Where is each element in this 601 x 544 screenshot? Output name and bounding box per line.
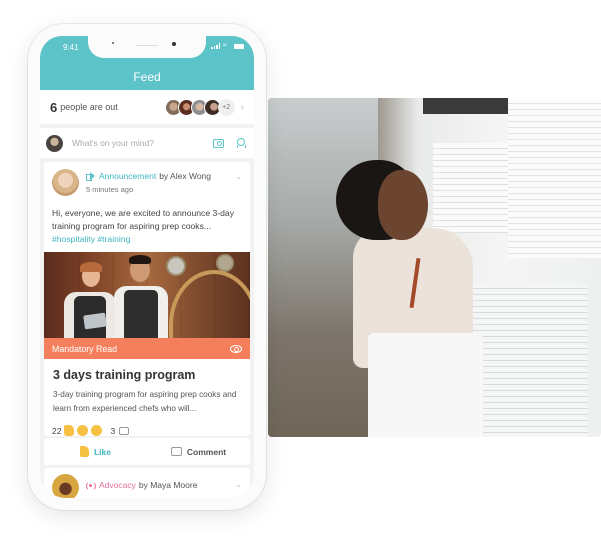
author-avatar[interactable] [52,474,79,498]
comment-icon [170,447,182,456]
post-image-hotel-staff[interactable] [44,252,250,338]
thumbs-up-icon [64,425,75,436]
post-author: by Alex Wong [159,171,212,181]
eye-icon[interactable] [230,344,242,353]
post-tags[interactable]: #hospitality #training [52,234,130,244]
image-clock [216,254,234,272]
photo-towels [468,283,588,437]
post-header: Announcement by Alex Wong 5 minutes ago [52,169,211,196]
battery-icon [234,43,244,49]
wifi-icon: ≈ [223,42,227,49]
phone-notch [88,36,206,58]
post-actions: Like Comment [44,438,250,465]
more-people-badge: +2 [217,98,235,116]
mandatory-read-banner: Mandatory Read [44,338,250,359]
compose-input[interactable] [72,138,192,148]
comment-icon [119,426,130,435]
post-description: 3-day training program for aspiring prep… [53,390,237,413]
chevron-right-icon[interactable]: › [241,102,244,113]
people-out-count: 6 [50,99,58,115]
hero-photo-housekeeper [268,98,601,437]
speaker-grille [136,45,158,46]
post-type-label[interactable]: Announcement [99,171,156,181]
image-clock [166,256,186,276]
page-title: Feed [133,70,161,84]
phone-screen: 9:41 ≈ Feed 6 people are out +2 › What's… [40,36,254,498]
megaphone-icon [86,173,96,181]
photo-towels [508,98,601,258]
post-title[interactable]: 3 days training program [53,368,195,382]
cry-laugh-emoji-icon [91,425,103,436]
thumbs-up-icon [79,446,89,457]
post-type-label[interactable]: Advocacy [99,480,136,490]
post-body: Hi, everyone, we are excited to announce… [52,207,244,246]
post-card: Announcement by Alex Wong 5 minutes ago … [44,162,250,436]
photo-person-apron [368,333,483,437]
award-icon[interactable] [236,137,246,149]
image-staff-hair [80,262,102,272]
post-author: by Maya Moore [138,480,198,490]
post-card-next: Advocacy by Maya Moore ⌄ [44,468,250,498]
chevron-down-icon[interactable]: ⌄ [235,172,242,181]
status-time: 9:41 [63,43,79,52]
people-out-row[interactable]: 6 people are out +2 › [40,90,254,124]
sensor-dot [112,42,114,44]
reactions-summary[interactable]: 22 3 [52,425,130,436]
author-avatar[interactable] [52,169,79,196]
my-avatar [46,134,63,152]
post-byline: Advocacy by Maya Moore [86,480,198,491]
comment-count: 3 [110,425,116,436]
image-staff-hair [129,255,151,264]
photo-person-face [378,170,428,240]
laugh-emoji-icon [77,425,89,436]
app-header: 9:41 ≈ Feed [40,36,254,90]
phone-mockup: 9:41 ≈ Feed 6 people are out +2 › What's… [28,24,266,510]
mandatory-read-label: Mandatory Read [52,343,118,354]
front-camera [172,42,176,46]
broadcast-icon [86,480,96,491]
people-out-label: people are out [60,102,118,112]
comment-label: Comment [186,446,227,457]
compose-bar [40,128,254,158]
comment-button[interactable]: Comment [147,447,250,457]
post-meta: Announcement by Alex Wong 5 minutes ago [86,171,211,196]
people-out-avatars: +2 [164,98,235,116]
image-staff-vest [124,290,158,338]
status-icons: ≈ [211,42,244,49]
chevron-down-icon[interactable]: ⌄ [235,480,242,489]
post-byline: Announcement by Alex Wong [86,171,211,181]
post-time: 5 minutes ago [86,185,134,194]
signal-icon [211,43,220,49]
camera-icon[interactable] [213,138,224,148]
post-body-text: Hi, everyone, we are excited to announce… [52,208,235,231]
like-label: Like [93,446,111,457]
like-button[interactable]: Like [44,446,147,457]
reaction-count: 22 [52,425,62,436]
